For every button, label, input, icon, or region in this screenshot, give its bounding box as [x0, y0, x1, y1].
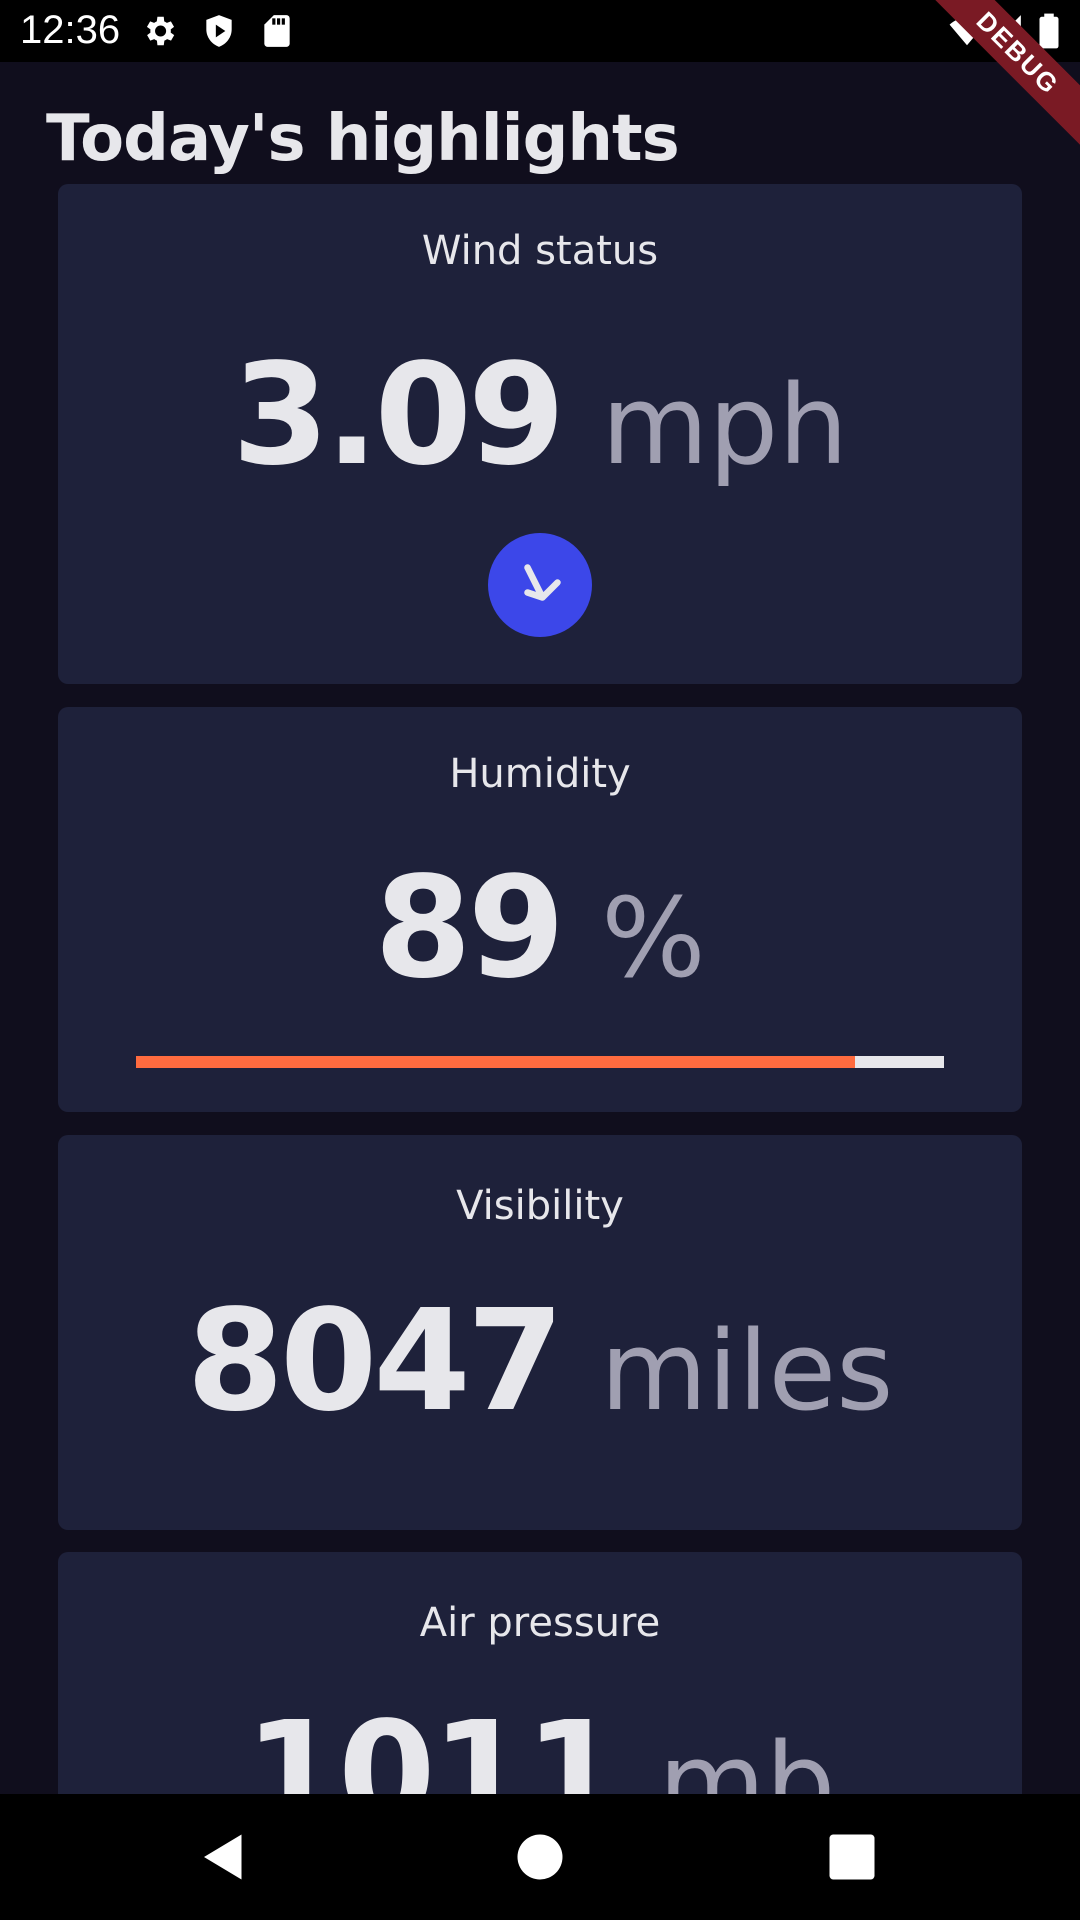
- humidity-card: Humidity 89 %: [58, 707, 1022, 1112]
- status-bar: 12:36 DEBUG: [0, 0, 1080, 153]
- air-pressure-card: Air pressure 1011 mb: [58, 1552, 1022, 1794]
- arrow-down-left-icon: [524, 564, 561, 601]
- visibility-value-row: 8047 miles: [58, 1280, 1022, 1443]
- humidity-value-row: 89 %: [58, 847, 1022, 1010]
- humidity-title: Humidity: [449, 751, 631, 797]
- status-time: 12:36: [20, 8, 121, 52]
- recents-icon[interactable]: [822, 1827, 882, 1887]
- home-icon[interactable]: [510, 1827, 570, 1887]
- back-icon[interactable]: [194, 1827, 254, 1887]
- wind-direction-badge: [488, 533, 592, 637]
- visibility-card: Visibility 8047 miles: [58, 1135, 1022, 1530]
- air-pressure-title: Air pressure: [419, 1600, 661, 1646]
- wind-status-card: Wind status 3.09 mph: [58, 184, 1022, 684]
- page-title: Today's highlights: [46, 102, 680, 176]
- sd-card-icon: [264, 15, 290, 47]
- humidity-unit: %: [601, 874, 706, 1002]
- visibility-unit: miles: [600, 1307, 894, 1435]
- air-pressure-unit: mb: [658, 1719, 836, 1794]
- shield-icon: [206, 15, 232, 47]
- gear-icon: [146, 16, 175, 46]
- humidity-progress-fill: [136, 1056, 856, 1068]
- wind-value-row: 3.09 mph: [58, 334, 1022, 497]
- navigation-bar: [0, 1794, 1080, 1920]
- wind-speed-value: 3.09: [231, 334, 565, 497]
- humidity-progress-bar: [136, 1056, 944, 1068]
- wind-status-title: Wind status: [421, 228, 659, 274]
- air-pressure-value-row: 1011 mb: [58, 1692, 1022, 1794]
- air-pressure-value: 1011: [244, 1692, 623, 1794]
- highlights-content[interactable]: Today's highlights Wind status 3.09 mph …: [0, 62, 1080, 1794]
- visibility-title: Visibility: [456, 1183, 624, 1229]
- humidity-value: 89: [374, 847, 565, 1010]
- visibility-value: 8047: [186, 1280, 565, 1443]
- wind-speed-unit: mph: [601, 361, 849, 489]
